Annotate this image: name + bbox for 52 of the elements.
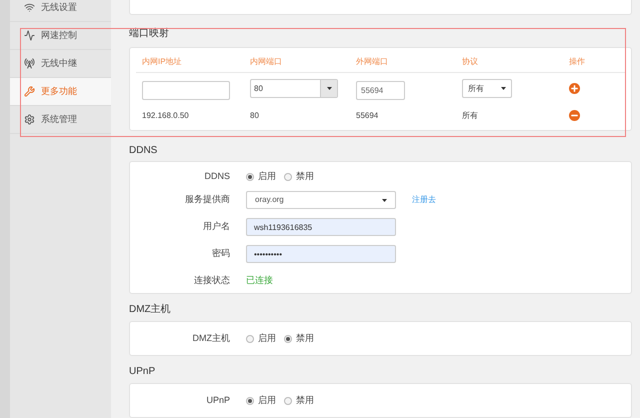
section-title: DDNS (129, 144, 158, 158)
radio-button[interactable] (246, 173, 254, 182)
caret-icon (501, 87, 506, 90)
line-chart-icon (24, 30, 35, 41)
radio-label: 启用 (258, 394, 276, 407)
column-header: 内网IP地址 (142, 56, 182, 66)
radio-button[interactable] (284, 396, 292, 405)
table-cell: 55694 (356, 110, 378, 120)
radio-button[interactable] (246, 396, 254, 405)
column-header: 操作 (569, 56, 585, 66)
field-label: 用户名 (203, 221, 230, 232)
field-label: DMZ主机 (192, 332, 230, 343)
wifi-icon (24, 2, 35, 13)
table-cell: 80 (250, 110, 259, 120)
text-input[interactable]: •••••••••• (246, 245, 396, 264)
column-header: 协议 (462, 56, 478, 66)
sidebar-item[interactable]: 网速控制 (10, 22, 111, 50)
sidebar-item[interactable]: 系统管理 (10, 106, 111, 134)
wrench-icon (24, 86, 35, 97)
section-title: DMZ主机 (129, 302, 171, 318)
radio-label: 禁用 (296, 394, 314, 407)
port-input[interactable]: 55694 (356, 80, 405, 100)
provider-select[interactable]: oray.org (246, 191, 396, 210)
field-label: 连接状态 (194, 275, 230, 286)
gear-icon (24, 114, 35, 125)
radio-button[interactable] (284, 334, 292, 343)
antenna-icon (24, 58, 35, 69)
text-input[interactable]: wsh1193616835 (246, 218, 396, 236)
column-header: 内网端口 (250, 56, 282, 66)
caret-icon (326, 87, 332, 90)
port-select[interactable]: 80 (250, 79, 338, 98)
ip-input[interactable] (142, 80, 230, 100)
status-text: 已连接 (246, 274, 273, 288)
remove-icon[interactable] (569, 110, 580, 122)
protocol-select[interactable]: 所有 (462, 79, 512, 98)
radio-button[interactable] (284, 173, 292, 182)
radio-label: 启用 (258, 170, 276, 184)
radio-label: 禁用 (296, 332, 314, 345)
section-title: UPnP (129, 365, 156, 380)
table-cell: 所有 (462, 110, 478, 120)
field-label: DDNS (204, 171, 230, 182)
table-cell: 192.168.0.50 (142, 110, 189, 120)
radio-label: 启用 (258, 332, 276, 345)
add-icon[interactable] (569, 83, 580, 94)
sidebar-item[interactable]: 无线设置 (10, 0, 111, 22)
field-label: 密码 (212, 248, 230, 258)
column-header: 外网端口 (356, 56, 388, 66)
radio-button[interactable] (246, 334, 254, 343)
field-label: UPnP (206, 394, 230, 405)
field-label: 服务提供商 (185, 194, 230, 204)
radio-label: 禁用 (296, 170, 314, 184)
caret-icon (382, 198, 387, 202)
